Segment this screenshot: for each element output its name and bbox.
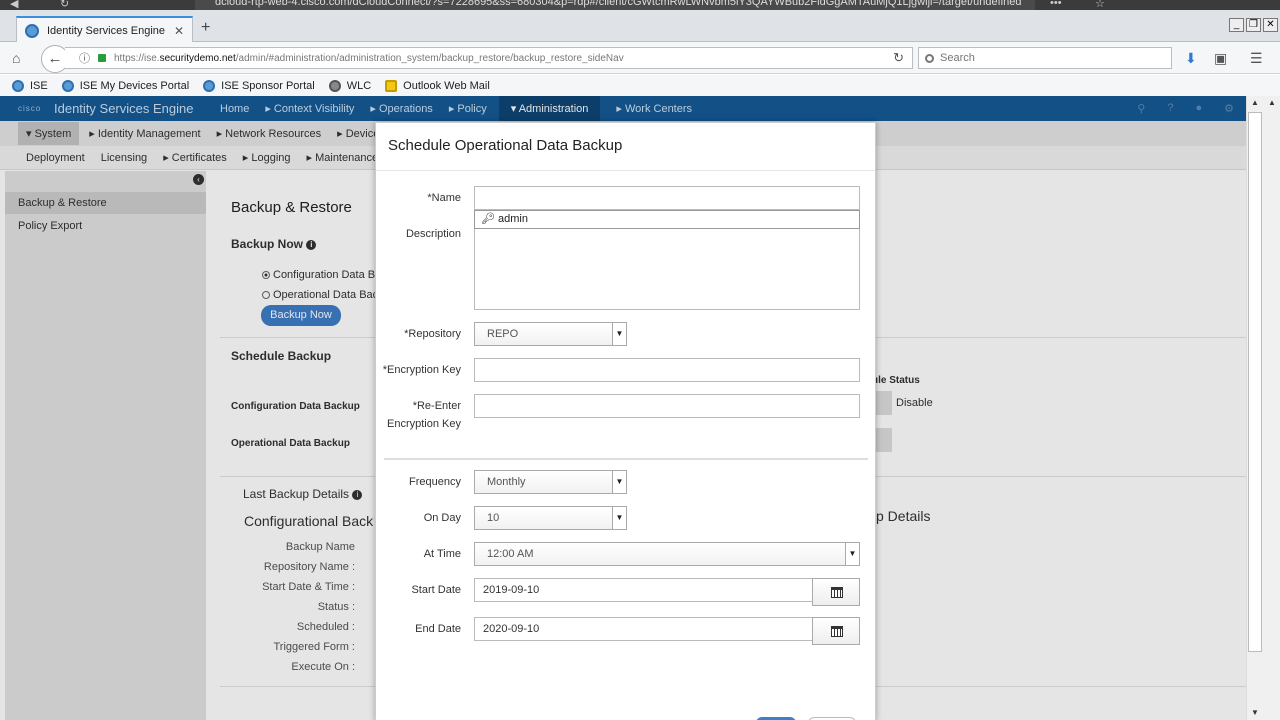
restore-icon[interactable]: ❐	[1246, 18, 1261, 32]
scroll-up-icon[interactable]: ▲	[1264, 96, 1280, 110]
close-window-icon[interactable]: ✕	[1263, 18, 1278, 32]
bookmarks-bar: ISE ISE My Devices Portal ISE Sponsor Po…	[0, 75, 1280, 96]
reload-icon[interactable]: ↻	[893, 50, 904, 66]
name-field[interactable]	[474, 186, 860, 210]
info-icon[interactable]: ⓘ	[79, 50, 90, 66]
divider	[376, 170, 875, 171]
reenter-encryption-key-field[interactable]	[474, 394, 860, 418]
url-text: https://ise.securitydemo.net/admin/#admi…	[114, 52, 624, 64]
frequency-select[interactable]: Monthly ▼	[474, 470, 627, 494]
at-time-label: At Time	[423, 548, 461, 560]
reload-icon[interactable]: ↻	[60, 0, 69, 10]
key-icon: 🔑︎	[481, 213, 495, 225]
dialog-title: Schedule Operational Data Backup	[388, 137, 623, 154]
lock-icon	[98, 54, 106, 62]
on-day-select[interactable]: 10 ▼	[474, 506, 627, 530]
globe-icon	[203, 79, 216, 92]
at-time-select[interactable]: 12:00 AM ▼	[474, 542, 860, 566]
chevron-down-icon: ▼	[612, 323, 626, 345]
search-placeholder: Search	[940, 52, 975, 64]
bookmark-sponsor[interactable]: ISE Sponsor Portal	[203, 79, 315, 92]
scroll-thumb[interactable]	[1248, 112, 1262, 652]
chevron-down-icon: ▼	[612, 507, 626, 529]
globe-icon	[61, 79, 74, 92]
chevron-down-icon: ▼	[612, 471, 626, 493]
repository-label: *Repository	[404, 328, 461, 340]
autofill-suggestion[interactable]: 🔑︎ admin	[474, 210, 860, 229]
end-date-label: End Date	[415, 623, 461, 635]
home-icon[interactable]: ⌂	[12, 50, 20, 66]
more-icon[interactable]: •••	[1050, 0, 1062, 9]
bookmark-wlc[interactable]: WLC	[328, 79, 371, 92]
back-icon[interactable]: ◀	[10, 0, 18, 10]
reenter-key-label: *Re-Enter	[412, 400, 461, 412]
description-label: Description	[405, 228, 461, 240]
calendar-icon	[831, 587, 843, 598]
vertical-scrollbar[interactable]: ▲ ▲ ▼	[1246, 96, 1280, 720]
end-date-calendar-button[interactable]	[812, 617, 860, 645]
remote-url: dcloud-rtp-web-4.cisco.com/dCloudConnect…	[195, 0, 1035, 10]
section-separator	[384, 458, 868, 460]
frequency-label: Frequency	[409, 476, 461, 488]
outlook-icon	[385, 79, 398, 92]
bookmark-ise[interactable]: ISE	[12, 79, 48, 92]
repository-select[interactable]: REPO ▼	[474, 322, 627, 346]
start-date-calendar-button[interactable]	[812, 578, 860, 606]
url-bar[interactable]: ⓘ https://ise.securitydemo.net/admin/#ad…	[65, 47, 913, 69]
tab-title: Identity Services Engine	[47, 24, 166, 37]
globe-icon	[12, 79, 24, 92]
search-icon	[925, 53, 934, 63]
chevron-down-icon: ▼	[845, 543, 859, 565]
tab-strip: Identity Services Engine ✕ + _ ❐ ✕	[0, 10, 1280, 43]
name-label: *Name	[427, 192, 461, 204]
start-date-field[interactable]	[474, 578, 813, 602]
on-day-label: On Day	[423, 512, 461, 524]
encryption-key-label: *Encryption Key	[382, 364, 461, 376]
schedule-backup-dialog: Schedule Operational Data Backup *Name D…	[375, 122, 876, 720]
encryption-key-field[interactable]	[474, 358, 860, 382]
window-controls: _ ❐ ✕	[1229, 18, 1278, 32]
close-tab-icon[interactable]: ✕	[174, 24, 184, 38]
globe-icon	[328, 79, 341, 92]
end-date-field[interactable]	[474, 617, 813, 641]
globe-icon	[25, 23, 39, 38]
start-date-label: Start Date	[411, 584, 461, 596]
scroll-up-icon[interactable]: ▲	[1247, 96, 1263, 110]
search-input[interactable]: Search	[918, 47, 1172, 69]
reenter-key-label-2: Encryption Key	[387, 418, 461, 430]
bookmark-outlook[interactable]: Outlook Web Mail	[385, 79, 490, 92]
bookmark-my-devices[interactable]: ISE My Devices Portal	[61, 79, 189, 92]
sidebar-icon[interactable]: ▣	[1214, 50, 1227, 67]
browser-navbar: ⌂ ← ⓘ https://ise.securitydemo.net/admin…	[0, 42, 1280, 74]
tab-identity-services-engine[interactable]: Identity Services Engine ✕	[16, 16, 193, 43]
menu-icon[interactable]: ☰	[1250, 50, 1263, 67]
remote-session-bar: ◀ ↻ dcloud-rtp-web-4.cisco.com/dCloudCon…	[0, 0, 1280, 10]
calendar-icon	[831, 626, 843, 637]
new-tab-button[interactable]: +	[201, 19, 210, 37]
star-icon[interactable]: ☆	[1095, 0, 1105, 10]
scroll-down-icon[interactable]: ▼	[1247, 706, 1263, 720]
download-icon[interactable]: ⬇	[1185, 50, 1197, 67]
minimize-icon[interactable]: _	[1229, 18, 1244, 32]
